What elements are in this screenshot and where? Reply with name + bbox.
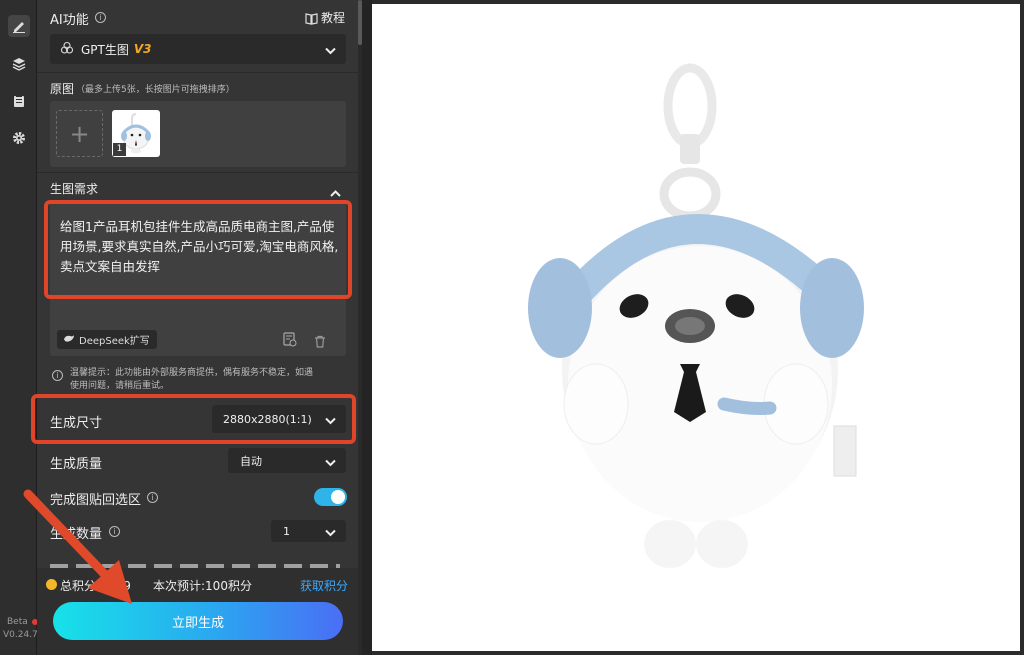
trash-icon[interactable] <box>314 333 326 352</box>
notice-line1: 温馨提示：此功能由外部服务商提供，偶有服务不稳定，如遇 <box>70 368 314 378</box>
divider <box>37 72 358 73</box>
chevron-down-icon <box>325 451 336 470</box>
quality-select[interactable]: 自动 <box>228 448 346 473</box>
layers-icon[interactable] <box>8 53 30 75</box>
requirement-title: 生图需求 <box>50 182 99 196</box>
product-image <box>528 63 864 568</box>
chevron-up-icon[interactable] <box>330 182 341 201</box>
model-name: GPT生图 <box>81 42 129 57</box>
paste-back-info-icon[interactable]: i <box>147 492 158 503</box>
settings-icon[interactable] <box>8 127 30 149</box>
thumbnail-index: 1 <box>113 143 126 156</box>
info-icon[interactable]: i <box>95 12 106 23</box>
highlight-prompt-box <box>44 200 352 299</box>
add-image-button[interactable]: + <box>56 110 103 157</box>
model-select[interactable]: GPT生图 V3 <box>50 34 346 64</box>
highlight-size-box <box>31 394 356 444</box>
notice-info-icon: i <box>52 370 63 381</box>
generate-label: 立即生成 <box>171 615 224 631</box>
quality-label: 生成质量 <box>50 457 103 472</box>
ai-title: AI功能 <box>50 13 89 28</box>
paste-back-toggle[interactable] <box>314 488 347 506</box>
deepseek-icon <box>63 334 75 346</box>
version-label: V0.24.7 <box>3 630 38 640</box>
book-icon[interactable] <box>305 10 318 29</box>
model-icon <box>60 40 74 59</box>
canvas-gutter <box>362 0 372 655</box>
original-title: 原图 <box>50 82 75 96</box>
beta-label: Beta <box>7 617 28 627</box>
preview-canvas[interactable] <box>372 4 1020 651</box>
count-select[interactable]: 1 <box>271 520 346 542</box>
history-icon[interactable] <box>283 332 297 351</box>
tutorial-link[interactable]: 教程 <box>321 9 345 26</box>
divider <box>37 172 358 173</box>
count-value: 1 <box>283 524 290 538</box>
clipboard-icon[interactable] <box>8 90 30 112</box>
original-hint: （最多上传5张，长按图片可拖拽排序） <box>76 85 235 95</box>
notice-line2: 使用问题，请稍后重试。 <box>70 381 170 391</box>
edit-icon[interactable] <box>8 15 30 37</box>
estimate-points: 本次预计:100积分 <box>153 579 252 593</box>
quality-value: 自动 <box>240 454 262 468</box>
app-window: Beta V0.24.7 AI功能 i 教程 GPT生图 V3 原图 （最多上传… <box>0 0 1024 655</box>
chevron-down-icon <box>325 40 336 59</box>
arrow-annotation <box>23 489 132 604</box>
deepseek-expand-button[interactable]: DeepSeek扩写 <box>57 330 157 349</box>
chevron-down-icon <box>325 522 336 541</box>
model-version: V3 <box>133 42 152 56</box>
get-points-link[interactable]: 获取积分 <box>300 577 348 594</box>
deepseek-label: DeepSeek扩写 <box>79 336 150 347</box>
toggle-knob <box>331 490 345 504</box>
